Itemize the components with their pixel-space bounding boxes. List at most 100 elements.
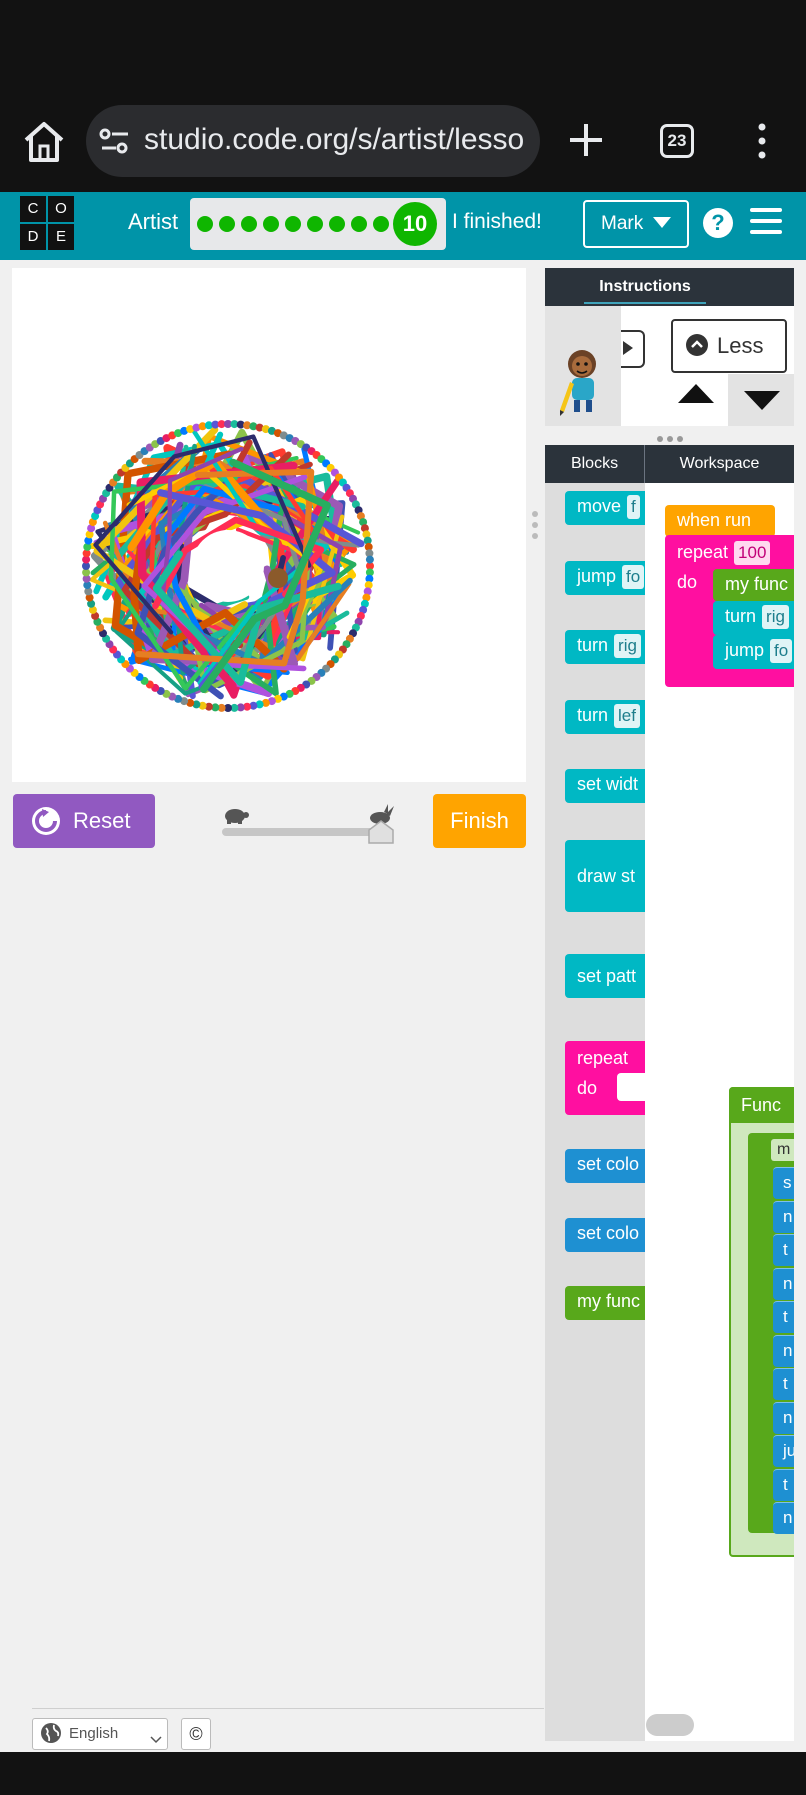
tab-switcher-button[interactable]: 23: [660, 124, 694, 158]
block-label: draw st: [577, 866, 636, 886]
toolbox-set-pattern-block[interactable]: set patt: [565, 954, 645, 998]
toolbox-my-function-block[interactable]: my func: [565, 1286, 645, 1320]
function-row-block[interactable]: n: [773, 1401, 794, 1434]
block-field: fo: [622, 565, 645, 589]
when-run-block[interactable]: when run: [665, 505, 775, 537]
footer-divider: [32, 1708, 544, 1709]
play-icon: [622, 340, 634, 356]
current-level-bubble[interactable]: 10: [393, 202, 437, 246]
code-logo[interactable]: C O D E: [20, 196, 76, 252]
block-label: set colo: [577, 1223, 640, 1243]
workspace-scrollbar[interactable]: [646, 1714, 694, 1736]
workspace-clip: when run repeat 100 do my func turn rig ju…: [645, 483, 794, 1741]
toolbox-set-color-block[interactable]: set colo: [565, 1149, 645, 1183]
scroll-up-arrow-icon[interactable]: [676, 382, 716, 404]
block-label: set colo: [577, 1154, 640, 1174]
logo-letter: O: [48, 196, 74, 222]
function-row-block[interactable]: t: [773, 1468, 794, 1501]
block-label: jump: [725, 640, 765, 660]
my-function-call-block[interactable]: my func: [713, 569, 794, 601]
function-row-block[interactable]: t: [773, 1234, 794, 1266]
rim-dot: [365, 555, 374, 564]
chevron-up-icon: [686, 334, 708, 356]
progress-dot[interactable]: [197, 216, 213, 232]
toolbox-turn-right-block[interactable]: turn rig: [565, 630, 645, 664]
block-do-label: do: [577, 1078, 598, 1098]
turtle-slow-icon: [222, 806, 250, 824]
tab-instructions[interactable]: Instructions: [584, 270, 706, 304]
toolbox-set-color-random-block[interactable]: set colo: [565, 1218, 645, 1252]
function-row-block[interactable]: ju: [773, 1435, 794, 1467]
function-row-block[interactable]: n: [773, 1267, 794, 1300]
function-title: Func: [741, 1095, 782, 1115]
toolbox-jump-block[interactable]: jump fo: [565, 561, 645, 595]
function-row-block[interactable]: s: [773, 1167, 794, 1199]
progress-dot[interactable]: [219, 216, 235, 232]
progress-dot[interactable]: [373, 216, 389, 232]
speed-slider[interactable]: [222, 828, 392, 836]
block-label: my func: [577, 1291, 641, 1311]
function-row-block[interactable]: t: [773, 1368, 794, 1400]
block-label: repeat: [577, 1048, 629, 1068]
finish-button[interactable]: Finish: [433, 794, 526, 848]
block-label: turn: [725, 606, 757, 626]
more-options-icon[interactable]: [754, 122, 770, 160]
turn-right-block[interactable]: turn rig: [713, 601, 794, 635]
panel-resize-handle[interactable]: [531, 510, 539, 540]
help-button[interactable]: ?: [703, 208, 733, 238]
artist-avatar: [556, 346, 604, 416]
toolbox-clip: move f jump fo turn rig turn lef set widt dr…: [545, 483, 645, 1741]
new-tab-icon[interactable]: [566, 120, 606, 160]
progress-dot[interactable]: [329, 216, 345, 232]
block-field: lef: [614, 704, 640, 728]
chevron-down-icon: [150, 1731, 162, 1744]
url-text[interactable]: studio.code.org/s/artist/lesso: [144, 120, 534, 160]
toolbox-draw-sticker-block[interactable]: draw st: [565, 840, 645, 912]
function-row-block[interactable]: n: [773, 1200, 794, 1233]
jump-forward-block[interactable]: jump fo: [713, 635, 794, 669]
progress-dot[interactable]: [307, 216, 323, 232]
block-field: f: [627, 495, 640, 519]
home-icon[interactable]: [20, 120, 68, 164]
logo-letter: E: [48, 224, 74, 250]
function-row-block[interactable]: n: [773, 1502, 794, 1534]
user-menu-button[interactable]: Mark: [583, 200, 689, 248]
resize-grip-icon[interactable]: [655, 430, 685, 442]
copyright-button[interactable]: ©: [181, 1718, 211, 1750]
chevron-down-icon: [652, 216, 672, 230]
logo-letter: D: [20, 224, 46, 250]
finished-link[interactable]: I finished!: [452, 208, 542, 236]
toolbox-set-width-block[interactable]: set widt: [565, 769, 645, 803]
function-name-field[interactable]: m: [771, 1139, 794, 1161]
repeat-count-field[interactable]: 100: [734, 541, 771, 565]
progress-dot[interactable]: [263, 216, 279, 232]
block-label: when run: [677, 510, 752, 530]
block-label: turn: [577, 705, 609, 725]
progress-dot[interactable]: [351, 216, 367, 232]
function-title-bar[interactable]: Func: [729, 1087, 794, 1123]
hamburger-menu-icon[interactable]: [750, 208, 782, 236]
speed-slider-thumb[interactable]: [368, 820, 394, 844]
blocks-header-label: Blocks: [545, 445, 645, 483]
block-field: rig: [614, 634, 641, 658]
progress-dot[interactable]: [285, 216, 301, 232]
block-field: rig: [762, 605, 789, 629]
function-row-block[interactable]: n: [773, 1334, 794, 1367]
toolbox-turn-left-block[interactable]: turn lef: [565, 700, 645, 734]
center-hole: [192, 530, 264, 602]
scroll-down-arrow-icon[interactable]: [742, 390, 782, 412]
progress-dot[interactable]: [241, 216, 257, 232]
block-field: fo: [770, 639, 793, 663]
function-row-block[interactable]: t: [773, 1301, 794, 1333]
site-settings-icon[interactable]: [98, 126, 132, 156]
toolbox-move-block[interactable]: move f: [565, 491, 645, 525]
block-do-label: do: [677, 572, 698, 592]
artist-canvas: [12, 268, 526, 782]
artist-sprite: [268, 568, 288, 588]
workspace-header-label: Workspace: [679, 455, 760, 472]
reset-icon: [30, 805, 62, 837]
block-label: set patt: [577, 966, 637, 986]
block-label: repeat: [677, 542, 729, 562]
repeat-slot: [617, 1073, 645, 1101]
level-name: Artist: [128, 209, 179, 234]
